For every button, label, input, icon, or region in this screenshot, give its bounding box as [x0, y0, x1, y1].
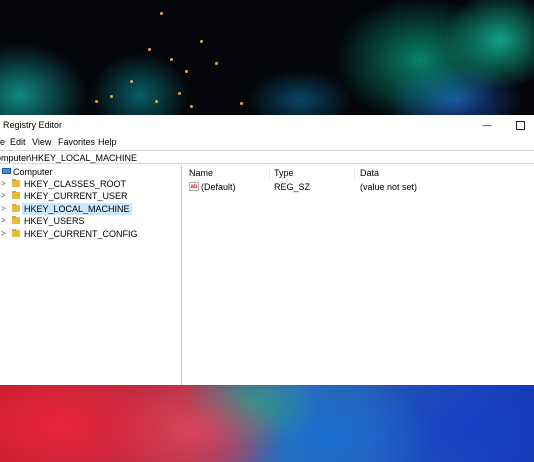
- square-icon: [515, 120, 525, 130]
- wallpaper-speck: [185, 70, 188, 73]
- value-type: REG_SZ: [274, 182, 311, 192]
- folder-icon: [12, 179, 20, 187]
- folder-icon: [12, 216, 20, 224]
- desktop-wallpaper-bottom: [0, 385, 534, 462]
- column-header-name[interactable]: Name: [189, 168, 213, 178]
- menu-bar: e Edit View Favorites Help: [0, 135, 534, 150]
- tree-item-label: HKEY_USERS: [24, 216, 85, 226]
- wallpaper-speck: [190, 105, 193, 108]
- string-value-icon: ab: [189, 182, 199, 191]
- wallpaper-speck: [95, 100, 98, 103]
- tree-item-computer[interactable]: Computer: [0, 166, 180, 178]
- minimize-button[interactable]: —: [472, 115, 502, 135]
- wallpaper-speck: [170, 58, 173, 61]
- chevron-right-icon[interactable]: >: [1, 215, 6, 227]
- tree-item-hkey-local-machine[interactable]: > HKEY_LOCAL_MACHINE: [0, 203, 180, 215]
- wallpaper-speck: [240, 102, 243, 105]
- menu-view[interactable]: View: [32, 137, 51, 147]
- wallpaper-speck: [215, 62, 218, 65]
- menu-help[interactable]: Help: [98, 137, 117, 147]
- window-title: Registry Editor: [3, 120, 63, 130]
- chevron-right-icon[interactable]: >: [1, 203, 6, 215]
- computer-icon: [2, 168, 11, 174]
- tree-item-label: HKEY_CLASSES_ROOT: [24, 179, 127, 189]
- folder-icon: [12, 204, 20, 212]
- address-bar[interactable]: omputer\HKEY_LOCAL_MACHINE: [0, 150, 534, 164]
- minimize-icon: —: [482, 120, 492, 130]
- column-header-data[interactable]: Data: [360, 168, 379, 178]
- tree-item-hkey-current-config[interactable]: > HKEY_CURRENT_CONFIG: [0, 228, 180, 240]
- values-pane[interactable]: Name Type Data ab (Default) REG_SZ (valu…: [183, 165, 534, 385]
- wallpaper-speck: [178, 92, 181, 95]
- address-path: omputer\HKEY_LOCAL_MACHINE: [0, 153, 138, 163]
- tree-item-label: HKEY_CURRENT_USER: [24, 191, 128, 201]
- maximize-button[interactable]: [505, 115, 534, 135]
- registry-editor-window: Registry Editor — e Edit View Favorites …: [0, 115, 534, 385]
- key-tree-pane[interactable]: Computer > HKEY_CLASSES_ROOT > HKEY_CURR…: [0, 165, 182, 385]
- value-data: (value not set): [360, 182, 418, 192]
- wallpaper-speck: [110, 95, 113, 98]
- column-divider[interactable]: [269, 167, 270, 178]
- chevron-right-icon[interactable]: >: [1, 228, 6, 240]
- column-divider[interactable]: [354, 167, 355, 178]
- wallpaper-speck: [148, 48, 151, 51]
- tree-item-label: HKEY_LOCAL_MACHINE: [22, 203, 132, 215]
- wallpaper-speck: [200, 40, 203, 43]
- value-row-default[interactable]: ab (Default) REG_SZ (value not set): [183, 181, 534, 193]
- chevron-right-icon[interactable]: >: [1, 178, 6, 190]
- menu-edit[interactable]: Edit: [10, 137, 26, 147]
- tree-item-hkey-current-user[interactable]: > HKEY_CURRENT_USER: [0, 190, 180, 202]
- column-header-type[interactable]: Type: [274, 168, 294, 178]
- menu-favorites[interactable]: Favorites: [58, 137, 95, 147]
- chevron-right-icon[interactable]: >: [1, 190, 6, 202]
- desktop-wallpaper-top: [0, 0, 534, 115]
- tree-item-hkey-classes-root[interactable]: > HKEY_CLASSES_ROOT: [0, 178, 180, 190]
- tree-item-hkey-users[interactable]: > HKEY_USERS: [0, 215, 180, 227]
- tree-item-label: Computer: [13, 167, 53, 177]
- folder-icon: [12, 229, 20, 237]
- folder-icon: [12, 191, 20, 199]
- menu-file[interactable]: e: [0, 137, 5, 147]
- wallpaper-speck: [155, 100, 158, 103]
- wallpaper-speck: [160, 12, 163, 15]
- title-bar[interactable]: Registry Editor —: [0, 115, 534, 135]
- wallpaper-speck: [130, 80, 133, 83]
- tree-item-label: HKEY_CURRENT_CONFIG: [24, 229, 138, 239]
- value-name: (Default): [201, 182, 236, 192]
